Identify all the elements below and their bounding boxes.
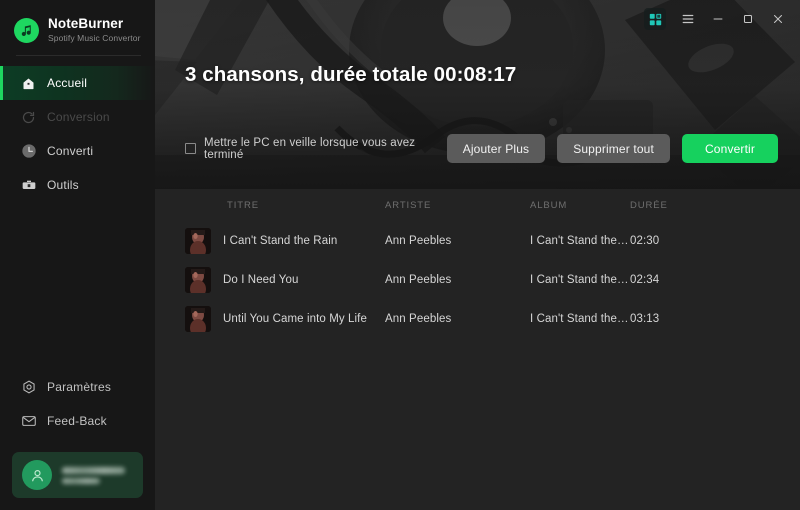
grid-apps-icon[interactable] — [644, 8, 666, 30]
sidebar-item-accueil[interactable]: Accueil — [0, 66, 155, 100]
brand-subtitle: Spotify Music Convertor — [48, 33, 141, 43]
sidebar-nav: Accueil Conversion Converti Outils — [0, 66, 155, 202]
maximize-icon[interactable] — [734, 7, 762, 31]
gear-icon — [20, 379, 37, 396]
user-avatar-icon — [22, 460, 52, 490]
sidebar-divider — [16, 55, 141, 56]
column-header-artist: ARTISTE — [385, 199, 432, 211]
table-row[interactable]: Until You Came into My Life Ann Peebles … — [185, 299, 778, 338]
column-header-duration: DURÉE — [630, 199, 668, 211]
song-album: I Can't Stand the… — [530, 234, 629, 247]
hero-buttons: Ajouter Plus Supprimer tout Convertir — [446, 134, 778, 163]
window-controls — [644, 7, 792, 31]
convert-button[interactable]: Convertir — [682, 134, 778, 163]
music-note-icon — [14, 17, 39, 43]
sidebar-item-parametres[interactable]: Paramètres — [0, 370, 155, 404]
song-artist: Ann Peebles — [385, 234, 452, 247]
page-title: 3 chansons, durée totale 00:08:17 — [185, 63, 517, 86]
song-album: I Can't Stand the… — [530, 312, 629, 325]
account-name — [62, 466, 125, 474]
song-duration: 02:30 — [630, 234, 660, 247]
song-artist: Ann Peebles — [385, 273, 452, 286]
minimize-icon[interactable] — [704, 7, 732, 31]
column-header-title: TITRE — [227, 199, 259, 211]
song-artist: Ann Peebles — [385, 312, 452, 325]
sidebar-item-label: Converti — [47, 144, 94, 158]
hero-banner: 3 chansons, durée totale 00:08:17 Mettre… — [155, 0, 800, 189]
hamburger-menu-icon[interactable] — [674, 7, 702, 31]
album-art-thumbnail — [185, 227, 211, 254]
sidebar-item-converti[interactable]: Converti — [0, 134, 155, 168]
main-content: 3 chansons, durée totale 00:08:17 Mettre… — [155, 0, 800, 510]
sidebar-item-label: Accueil — [47, 76, 88, 90]
column-header-album: ALBUM — [530, 199, 568, 211]
add-more-button[interactable]: Ajouter Plus — [446, 134, 546, 163]
sidebar-bottom-nav: Paramètres Feed-Back — [0, 370, 155, 510]
account-card[interactable] — [12, 452, 143, 498]
album-art-thumbnail — [185, 305, 211, 332]
home-icon — [20, 75, 37, 92]
sidebar-item-outils[interactable]: Outils — [0, 168, 155, 202]
refresh-icon — [20, 109, 37, 126]
brand: NoteBurner Spotify Music Convertor — [0, 0, 155, 46]
table-header-row: TITRE ARTISTE ALBUM DURÉE — [185, 189, 778, 221]
toolbox-icon — [20, 177, 37, 194]
song-duration: 02:34 — [630, 273, 660, 286]
album-art-thumbnail — [185, 266, 211, 293]
checkbox-box[interactable] — [185, 143, 196, 154]
envelope-icon — [20, 413, 37, 430]
delete-all-button[interactable]: Supprimer tout — [557, 134, 670, 163]
brand-name: NoteBurner — [48, 16, 124, 31]
sleep-checkbox[interactable]: Mettre le PC en veille lorsque vous avez… — [185, 137, 447, 161]
sidebar: NoteBurner Spotify Music Convertor Accue… — [0, 0, 155, 510]
clock-icon — [20, 143, 37, 160]
sidebar-item-label: Paramètres — [47, 380, 112, 394]
sidebar-item-label: Feed-Back — [47, 414, 107, 428]
table-row[interactable]: Do I Need You Ann Peebles I Can't Stand … — [185, 260, 778, 299]
sleep-checkbox-label: Mettre le PC en veille lorsque vous avez… — [204, 136, 416, 161]
song-title: I Can't Stand the Rain — [223, 234, 338, 247]
sidebar-item-label: Conversion — [47, 110, 110, 124]
sidebar-item-feedback[interactable]: Feed-Back — [0, 404, 155, 438]
account-text — [62, 466, 125, 484]
song-duration: 03:13 — [630, 312, 660, 325]
sidebar-item-label: Outils — [47, 178, 79, 192]
sidebar-item-conversion[interactable]: Conversion — [0, 100, 155, 134]
app-window: NoteBurner Spotify Music Convertor Accue… — [0, 0, 800, 510]
table-row[interactable]: I Can't Stand the Rain Ann Peebles I Can… — [185, 221, 778, 260]
song-title: Until You Came into My Life — [223, 312, 367, 325]
hero-action-bar: Mettre le PC en veille lorsque vous avez… — [185, 134, 778, 163]
account-plan — [62, 477, 100, 484]
close-icon[interactable] — [764, 7, 792, 31]
song-table: TITRE ARTISTE ALBUM DURÉE I Can't Stand … — [155, 189, 800, 510]
song-title: Do I Need You — [223, 273, 299, 286]
song-album: I Can't Stand the… — [530, 273, 629, 286]
